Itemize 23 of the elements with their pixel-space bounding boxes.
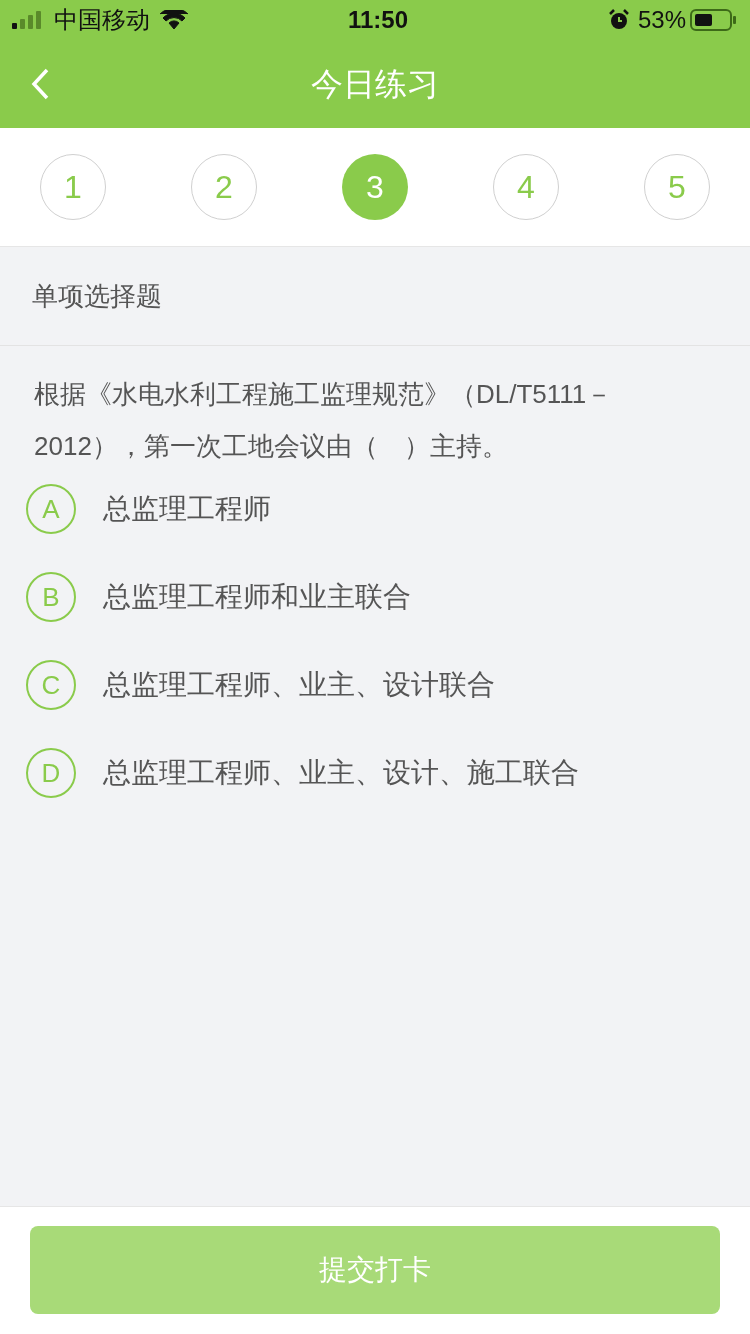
wifi-icon <box>160 10 188 30</box>
option-letter[interactable]: C <box>26 660 76 710</box>
section-title: 单项选择题 <box>32 279 162 313</box>
option-letter[interactable]: A <box>26 484 76 534</box>
battery-percent: 53% <box>637 5 686 35</box>
question-number-tab[interactable]: 2 <box>191 154 257 220</box>
back-icon <box>31 68 49 100</box>
option-letter[interactable]: B <box>26 572 76 622</box>
option-text[interactable]: 总监理工程师、业主、设计、施工联合 <box>103 752 579 794</box>
alarm-icon <box>607 9 630 31</box>
question-number-tab[interactable]: 3 <box>342 154 408 220</box>
status-time: 11:50 <box>347 5 408 35</box>
question-text: 根据《水电水利工程施工监理规范》（DL/T5111－2012），第一次工地会议由（ ）主持。 <box>34 378 614 463</box>
question-number-tab[interactable]: 5 <box>644 154 710 220</box>
option-text[interactable]: 总监理工程师 <box>103 488 271 530</box>
option-text[interactable]: 总监理工程师、业主、设计联合 <box>103 664 495 706</box>
option-text[interactable]: 总监理工程师和业主联合 <box>103 576 411 618</box>
option-letter[interactable]: D <box>26 748 76 798</box>
battery-icon <box>690 8 738 32</box>
question-number-tab[interactable]: 1 <box>40 154 106 220</box>
page-title: 今日练习 <box>311 65 439 104</box>
question-number-tab[interactable]: 4 <box>493 154 559 220</box>
carrier-name: 中国移动 <box>54 5 150 35</box>
